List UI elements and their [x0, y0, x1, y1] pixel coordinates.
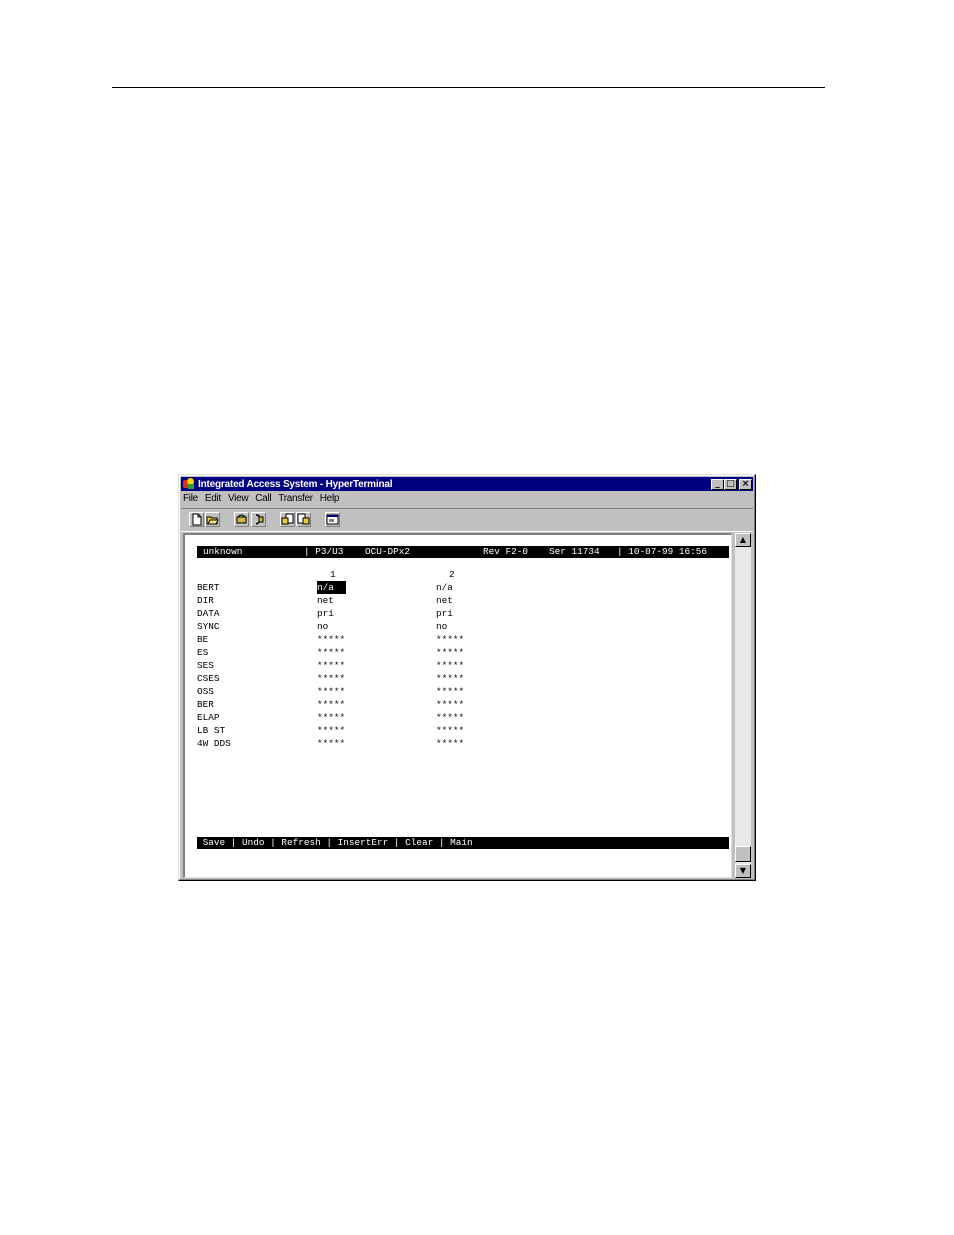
column-header-1: 1: [330, 569, 336, 580]
row-label: SYNC: [197, 621, 220, 632]
scroll-up-button[interactable]: ▲: [735, 533, 751, 547]
menu-file[interactable]: File: [183, 493, 198, 507]
revision: Rev F2-0: [483, 546, 529, 557]
field-value[interactable]: net: [436, 594, 453, 607]
field-value[interactable]: no: [317, 620, 328, 633]
connect-icon[interactable]: [234, 512, 249, 527]
field-value: *****: [317, 738, 346, 749]
field-value: *****: [317, 660, 346, 671]
window-title: Integrated Access System - HyperTerminal: [198, 478, 393, 490]
disconnect-icon[interactable]: [251, 512, 266, 527]
field-value: *****: [436, 673, 465, 684]
field-cursor[interactable]: n/a: [317, 581, 346, 594]
row-label: DIR: [197, 595, 214, 606]
table-row: CSES ***** *****: [197, 672, 729, 685]
menu-transfer[interactable]: Transfer: [278, 493, 313, 507]
menu-view[interactable]: View: [228, 493, 249, 507]
send-icon[interactable]: [280, 512, 295, 527]
field-value: *****: [436, 699, 465, 710]
field-value: *****: [436, 725, 465, 736]
row-label: OSS: [197, 686, 214, 697]
card-type: OCU-DPx2: [365, 546, 411, 557]
status-header: unknown | P3/U3 OCU-DPx2 Rev F2-0 Ser 11…: [197, 546, 729, 558]
toolbar: [181, 508, 753, 532]
field-value: *****: [317, 647, 346, 658]
table-row: BERT n/a n/a: [197, 581, 729, 594]
unit-name: unknown: [203, 546, 243, 557]
terminal-area[interactable]: unknown | P3/U3 OCU-DPx2 Rev F2-0 Ser 11…: [183, 533, 732, 878]
column-header-2: 2: [449, 569, 455, 580]
table-row: DIR net net: [197, 594, 729, 607]
table-row: SES ***** *****: [197, 659, 729, 672]
row-label: DATA: [197, 608, 220, 619]
field-value: *****: [436, 738, 465, 749]
row-label: SES: [197, 660, 214, 671]
date-time: | 10-07-99 16:56: [617, 546, 708, 557]
row-label: BER: [197, 699, 214, 710]
table-row: BER ***** *****: [197, 698, 729, 711]
title-bar[interactable]: Integrated Access System - HyperTerminal…: [181, 477, 753, 491]
field-value: *****: [317, 634, 346, 645]
field-value: *****: [317, 686, 346, 697]
field-value: *****: [317, 673, 346, 684]
table-row: 4W DDS ***** *****: [197, 737, 729, 750]
close-button[interactable]: ×: [739, 478, 752, 490]
menu-call[interactable]: Call: [255, 493, 271, 507]
page-header-rule: [112, 87, 825, 88]
column-headers: 1 2: [197, 568, 729, 581]
field-value: *****: [436, 712, 465, 723]
maximize-button[interactable]: □: [724, 478, 737, 490]
field-value: *****: [436, 686, 465, 697]
row-label: BERT: [197, 582, 220, 593]
command-bar[interactable]: Save | Undo | Refresh | InsertErr | Clea…: [197, 837, 729, 849]
table-row: DATA pri pri: [197, 607, 729, 620]
open-icon[interactable]: [205, 512, 220, 527]
serial-number: Ser 11734: [549, 546, 600, 557]
row-label: BE: [197, 634, 209, 645]
menu-edit[interactable]: Edit: [205, 493, 221, 507]
table-row: OSS ***** *****: [197, 685, 729, 698]
field-value[interactable]: n/a: [436, 581, 453, 594]
field-value[interactable]: net: [317, 594, 334, 607]
hyperterminal-window: Integrated Access System - HyperTerminal…: [178, 474, 756, 881]
minimize-button[interactable]: _: [711, 478, 724, 490]
field-value[interactable]: pri: [317, 607, 334, 620]
menu-bar: File Edit View Call Transfer Help: [183, 493, 339, 507]
row-label: 4W DDS: [197, 738, 231, 749]
row-label: ES: [197, 647, 209, 658]
table-row: BE ***** *****: [197, 633, 729, 646]
scroll-thumb[interactable]: [735, 846, 751, 862]
hyperterminal-icon[interactable]: [183, 478, 195, 490]
field-value[interactable]: pri: [436, 607, 453, 620]
field-value: *****: [317, 712, 346, 723]
menu-help[interactable]: Help: [320, 493, 340, 507]
table-row: LB ST ***** *****: [197, 724, 729, 737]
properties-icon[interactable]: [325, 512, 340, 527]
table-row: SYNC no no: [197, 620, 729, 633]
row-label: ELAP: [197, 712, 220, 723]
field-value: *****: [317, 699, 346, 710]
row-label: LB ST: [197, 725, 226, 736]
field-value: *****: [436, 647, 465, 658]
field-value[interactable]: no: [436, 620, 447, 633]
table-row: ES ***** *****: [197, 646, 729, 659]
vertical-scrollbar[interactable]: ▲ ▼: [735, 533, 751, 878]
field-value: *****: [436, 634, 465, 645]
table-row: ELAP ***** *****: [197, 711, 729, 724]
receive-icon[interactable]: [296, 512, 311, 527]
field-value: *****: [317, 725, 346, 736]
new-icon[interactable]: [189, 512, 204, 527]
field-value: *****: [436, 660, 465, 671]
terminal-screen: unknown | P3/U3 OCU-DPx2 Rev F2-0 Ser 11…: [197, 546, 729, 868]
slot-port: | P3/U3: [304, 546, 344, 557]
row-label: CSES: [197, 673, 220, 684]
scroll-down-button[interactable]: ▼: [735, 864, 751, 878]
